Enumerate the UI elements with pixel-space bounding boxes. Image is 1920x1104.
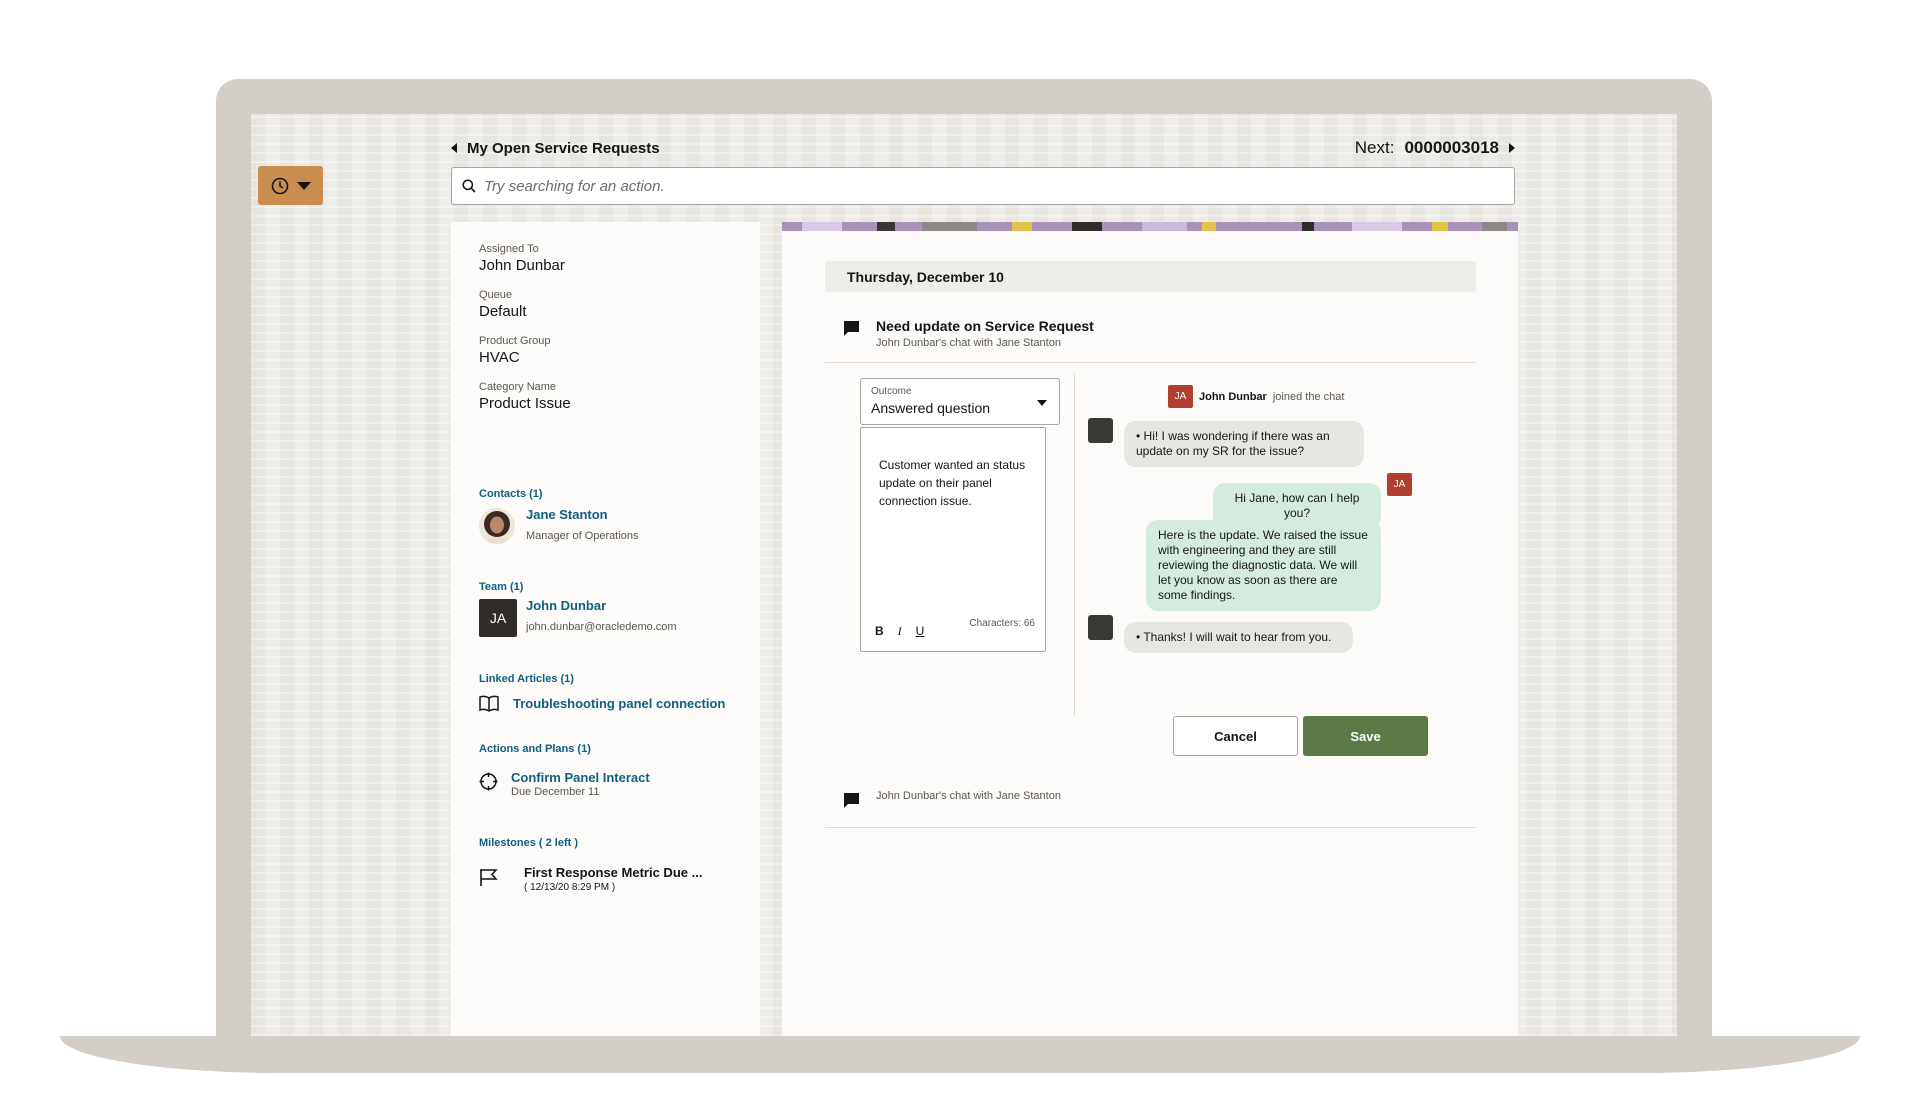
contact-item: Jane Stanton Manager of Operations xyxy=(526,507,639,542)
category-name-value: Product Issue xyxy=(479,395,571,412)
divider xyxy=(825,827,1476,828)
chevron-left-icon xyxy=(451,143,457,153)
assigned-to-label: Assigned To xyxy=(479,243,539,255)
milestone-item: First Response Metric Due ... ( 12/13/20… xyxy=(524,865,702,893)
team-member-email: john.dunbar@oracledemo.com xyxy=(526,621,677,633)
queue-value: Default xyxy=(479,303,527,320)
record-navigation: My Open Service Requests Next: 000000301… xyxy=(451,136,1515,160)
text-format-toolbar: B I U xyxy=(875,624,924,639)
target-icon xyxy=(479,772,498,791)
product-group-field: Product Group HVAC xyxy=(479,335,551,366)
chat-message: Here is the update. We raised the issue … xyxy=(1146,520,1381,611)
laptop-base xyxy=(60,1036,1860,1073)
next-label: Next: xyxy=(1354,138,1395,157)
contact-role: Manager of Operations xyxy=(526,530,639,542)
product-group-value: HVAC xyxy=(479,349,520,366)
customer-avatar xyxy=(1088,418,1113,443)
queue-field: Queue Default xyxy=(479,289,527,320)
milestones-title: Milestones ( 2 left ) xyxy=(479,837,579,849)
chat-join-notice: JA John Dunbar joined the chat xyxy=(1168,385,1344,408)
recent-items-dropdown[interactable] xyxy=(258,166,323,205)
next-record: Next: 0000003018 xyxy=(1355,138,1515,158)
chevron-right-icon[interactable] xyxy=(1509,143,1515,153)
chat-bubble-icon xyxy=(844,321,859,336)
team-title: Team (1) xyxy=(479,581,524,593)
linked-articles-title: Linked Articles (1) xyxy=(479,673,574,685)
agent-avatar: JA xyxy=(1387,473,1412,496)
team-member-avatar: JA xyxy=(479,599,517,637)
decorative-banner xyxy=(782,222,1518,231)
character-count: Characters: 66 xyxy=(969,618,1035,629)
next-record-number[interactable]: 0000003018 xyxy=(1404,138,1499,158)
assigned-to-value: John Dunbar xyxy=(479,257,565,274)
chat-message: • Thanks! I will wait to hear from you. xyxy=(1124,622,1353,653)
contact-name-link[interactable]: Jane Stanton xyxy=(526,507,639,522)
team-member-item: John Dunbar john.dunbar@oracledemo.com xyxy=(526,598,677,633)
italic-button[interactable]: I xyxy=(898,624,902,639)
action-search-bar xyxy=(451,167,1515,205)
action-plan-link[interactable]: Confirm Panel Interact xyxy=(511,770,650,785)
app-screen: My Open Service Requests Next: 000000301… xyxy=(251,114,1677,1036)
chat-bubble-icon xyxy=(844,793,859,808)
back-to-list-link[interactable]: My Open Service Requests xyxy=(451,140,660,157)
conversation-title[interactable]: Need update on Service Request xyxy=(876,318,1094,334)
underline-button[interactable]: U xyxy=(916,624,925,639)
assigned-to-field: Assigned To John Dunbar xyxy=(479,243,565,274)
category-name-field: Category Name Product Issue xyxy=(479,381,571,412)
join-suffix: joined the chat xyxy=(1272,390,1345,403)
chat-message: • Hi! I was wondering if there was an up… xyxy=(1124,421,1364,467)
join-agent-name: John Dunbar xyxy=(1199,390,1267,403)
conversation-subtitle: John Dunbar's chat with Jane Stanton xyxy=(876,337,1061,349)
timeline-date-header: Thursday, December 10 xyxy=(825,261,1476,292)
agent-badge: JA xyxy=(1168,385,1193,408)
action-plan-due: Due December 11 xyxy=(511,786,600,798)
action-search-input[interactable] xyxy=(484,177,1514,195)
flag-icon xyxy=(480,869,498,886)
customer-avatar xyxy=(1088,615,1113,640)
caret-down-icon xyxy=(296,181,311,190)
save-button[interactable]: Save xyxy=(1303,716,1428,756)
linked-article-link[interactable]: Troubleshooting panel connection xyxy=(513,696,725,711)
conversation-subtitle[interactable]: John Dunbar's chat with Jane Stanton xyxy=(876,790,1061,802)
contacts-title: Contacts (1) xyxy=(479,488,543,500)
book-icon xyxy=(479,695,499,712)
outcome-value: Answered question xyxy=(871,400,991,416)
notes-text: Customer wanted an status update on thei… xyxy=(879,458,1026,508)
search-icon xyxy=(462,179,476,193)
contact-avatar xyxy=(479,508,515,544)
milestone-date: ( 12/13/20 8:29 PM ) xyxy=(524,882,616,893)
activity-timeline-panel: Thursday, December 10 Need update on Ser… xyxy=(782,222,1518,1036)
record-details-panel: Assigned To John Dunbar Queue Default Pr… xyxy=(451,222,760,1036)
product-group-label: Product Group xyxy=(479,335,551,347)
outcome-select[interactable]: Outcome Answered question xyxy=(860,378,1060,425)
vertical-divider xyxy=(1074,374,1075,716)
divider xyxy=(825,362,1476,363)
wrap-up-notes-editor[interactable]: Customer wanted an status update on thei… xyxy=(860,427,1046,652)
queue-label: Queue xyxy=(479,289,513,301)
category-name-label: Category Name xyxy=(479,381,557,393)
milestone-title: First Response Metric Due ... xyxy=(524,865,703,880)
chevron-down-icon xyxy=(1037,400,1047,406)
outcome-label: Outcome xyxy=(871,386,912,397)
back-label: My Open Service Requests xyxy=(467,139,660,157)
clock-icon xyxy=(271,177,288,194)
actions-plans-title: Actions and Plans (1) xyxy=(479,743,591,755)
team-member-name-link[interactable]: John Dunbar xyxy=(526,598,677,613)
action-plan-item: Confirm Panel Interact Due December 11 xyxy=(511,770,650,798)
cancel-button[interactable]: Cancel xyxy=(1173,716,1298,756)
bold-button[interactable]: B xyxy=(875,624,884,639)
